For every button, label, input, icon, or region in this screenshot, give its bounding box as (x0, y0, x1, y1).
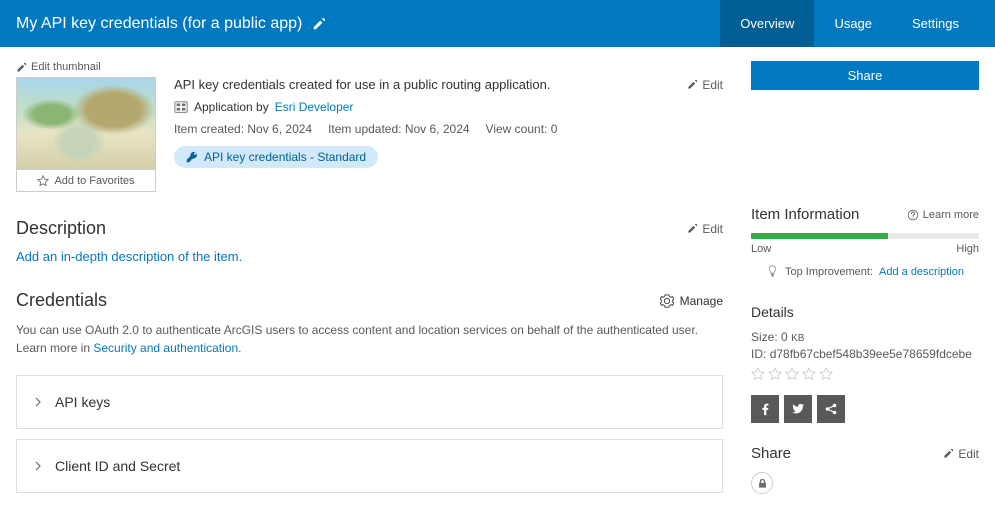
star-icon[interactable] (751, 367, 765, 381)
app-icon (174, 100, 188, 114)
credentials-description: You can use OAuth 2.0 to authenticate Ar… (16, 321, 723, 357)
manage-credentials-link[interactable]: Manage (660, 294, 723, 308)
viewcount-meta: View count: 0 (486, 122, 558, 136)
details-title: Details (751, 304, 979, 320)
key-icon (186, 151, 198, 163)
edit-title-icon[interactable] (312, 17, 326, 31)
facebook-button[interactable] (751, 395, 779, 423)
id-detail: ID: d78fb67cbef548b39ee5e78659fdcebe (751, 347, 979, 361)
share-section: Share Edit (751, 445, 979, 494)
social-buttons (751, 395, 979, 423)
star-icon[interactable] (768, 367, 782, 381)
created-meta: Item created: Nov 6, 2024 (174, 122, 312, 136)
star-icon[interactable] (819, 367, 833, 381)
favorites-label: Add to Favorites (54, 175, 134, 187)
high-label: High (956, 243, 979, 255)
credentials-title: Credentials (16, 290, 107, 311)
completeness-progress (751, 233, 979, 239)
summary-text: API key credentials created for use in a… (174, 77, 551, 92)
add-to-favorites-button[interactable]: Add to Favorites (16, 170, 156, 192)
security-auth-link[interactable]: Security and authentication (93, 341, 238, 355)
low-label: Low (751, 243, 771, 255)
app-header: My API key credentials (for a public app… (0, 0, 995, 47)
accordion-api-keys[interactable]: API keys (16, 375, 723, 429)
star-icon[interactable] (802, 367, 816, 381)
private-share-badge (751, 472, 773, 494)
page-title: My API key credentials (for a public app… (16, 15, 720, 33)
item-information-section: Item Information Learn more Low High (751, 206, 979, 278)
chevron-right-icon (33, 397, 43, 407)
edit-share-link[interactable]: Edit (943, 447, 979, 461)
tab-overview[interactable]: Overview (720, 0, 814, 47)
main-content: Edit thumbnail Add to Favorites API key … (0, 47, 995, 517)
tab-usage[interactable]: Usage (814, 0, 892, 47)
tab-settings[interactable]: Settings (892, 0, 979, 47)
item-info-title: Item Information (751, 206, 859, 223)
description-title: Description (16, 218, 106, 239)
add-description-link[interactable]: Add an in-depth description of the item. (16, 249, 723, 264)
gear-icon (660, 294, 674, 308)
edit-summary-link[interactable]: Edit (687, 77, 723, 92)
thumbnail-image[interactable] (16, 77, 156, 170)
details-section: Details Size: 0 KB ID: d78fb67cbef548b39… (751, 304, 979, 423)
edit-thumbnail-link[interactable]: Edit thumbnail (16, 61, 723, 73)
rating-stars (751, 367, 979, 381)
left-column: Edit thumbnail Add to Favorites API key … (16, 61, 723, 503)
progress-fill (751, 233, 888, 239)
updated-meta: Item updated: Nov 6, 2024 (328, 122, 469, 136)
accordion-label: Client ID and Secret (55, 458, 180, 474)
nav-tabs: Overview Usage Settings (720, 0, 979, 47)
accordion-client-id-secret[interactable]: Client ID and Secret (16, 439, 723, 493)
title-text: My API key credentials (for a public app… (16, 15, 302, 33)
lock-icon (757, 478, 768, 489)
thumbnail-column: Add to Favorites (16, 77, 156, 192)
application-by: Application by Esri Developer (174, 100, 723, 114)
edit-description-link[interactable]: Edit (687, 222, 723, 236)
credential-type-badge: API key credentials - Standard (174, 146, 378, 168)
thumbnail-block: Add to Favorites API key credentials cre… (16, 77, 723, 192)
description-section: Description Edit Add an in-depth descrip… (16, 218, 723, 264)
app-by-label: Application by (194, 100, 269, 114)
credentials-section: Credentials Manage You can use OAuth 2.0… (16, 290, 723, 493)
learn-more-link[interactable]: Learn more (907, 209, 979, 221)
info-column: API key credentials created for use in a… (174, 77, 723, 168)
star-icon[interactable] (785, 367, 799, 381)
top-improvement-tip: Top Improvement: Add a description (751, 265, 979, 278)
question-icon (907, 209, 919, 221)
edit-thumbnail-label: Edit thumbnail (31, 61, 101, 73)
badge-label: API key credentials - Standard (204, 150, 366, 164)
chevron-right-icon (33, 461, 43, 471)
share-button[interactable]: Share (751, 61, 979, 90)
size-detail: Size: 0 KB (751, 330, 979, 344)
add-description-tip-link[interactable]: Add a description (879, 266, 964, 278)
twitter-button[interactable] (784, 395, 812, 423)
author-link[interactable]: Esri Developer (275, 100, 354, 114)
meta-row: Item created: Nov 6, 2024 Item updated: … (174, 122, 723, 136)
share-title: Share (751, 445, 791, 462)
lightbulb-icon (766, 265, 779, 278)
accordion-label: API keys (55, 394, 110, 410)
right-column: Share Item Information Learn more Low Hi… (751, 61, 979, 503)
share-link-button[interactable] (817, 395, 845, 423)
tip-label: Top Improvement: (785, 266, 873, 278)
